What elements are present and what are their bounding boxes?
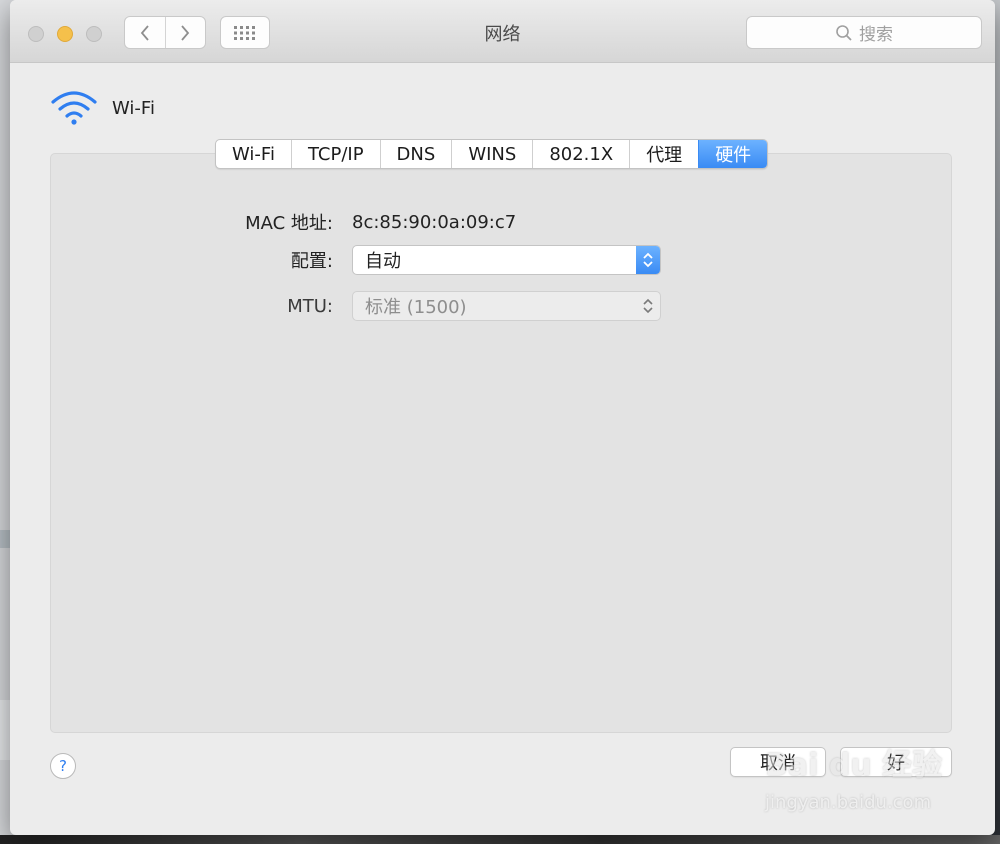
search-placeholder: 搜索 — [859, 25, 893, 45]
cancel-button[interactable]: 取消 — [730, 747, 826, 777]
updown-arrows-icon — [636, 246, 660, 274]
tab-hardware[interactable]: 硬件 — [698, 140, 768, 168]
config-row: 配置: 自动 — [10, 245, 661, 275]
wifi-icon — [51, 91, 97, 125]
config-label: 配置: — [290, 251, 333, 272]
title-bar: 网络 搜索 — [10, 0, 995, 63]
mtu-label: MTU: — [287, 295, 333, 317]
search-icon — [835, 24, 853, 42]
tab-proxy[interactable]: 代理 — [629, 140, 698, 168]
tab-dns[interactable]: DNS — [379, 140, 452, 168]
help-button[interactable]: ? — [50, 753, 76, 779]
ok-button[interactable]: 好 — [840, 747, 952, 777]
tab-content-panel — [50, 153, 952, 733]
tab-wifi[interactable]: Wi-Fi — [216, 140, 291, 168]
tab-wins[interactable]: WINS — [451, 140, 532, 168]
updown-arrows-icon — [636, 292, 660, 320]
interface-header: Wi-Fi — [50, 90, 155, 126]
desktop-bottom-edge — [0, 835, 1000, 844]
config-select[interactable]: 自动 — [352, 245, 661, 275]
mtu-selected-value: 标准 (1500) — [365, 297, 467, 318]
search-field[interactable]: 搜索 — [746, 16, 982, 49]
config-selected-value: 自动 — [365, 251, 401, 272]
interface-name: Wi-Fi — [112, 97, 155, 119]
mac-row: MAC 地址: 8c:85:90:0a:09:c7 — [10, 209, 516, 235]
tab-bar: Wi-Fi TCP/IP DNS WINS 802.1X 代理 硬件 — [215, 139, 769, 169]
mac-address-label: MAC 地址: — [245, 213, 333, 234]
mac-address-value: 8c:85:90:0a:09:c7 — [352, 211, 517, 233]
desktop-fragment — [0, 700, 10, 760]
tab-8021x[interactable]: 802.1X — [532, 140, 629, 168]
mtu-select: 标准 (1500) — [352, 291, 661, 321]
tab-tcpip[interactable]: TCP/IP — [290, 140, 380, 168]
mtu-row: MTU: 标准 (1500) — [10, 291, 661, 321]
network-window: 网络 搜索 Wi-Fi Wi-Fi TCP/IP DNS WINS 802.1X… — [10, 0, 995, 835]
